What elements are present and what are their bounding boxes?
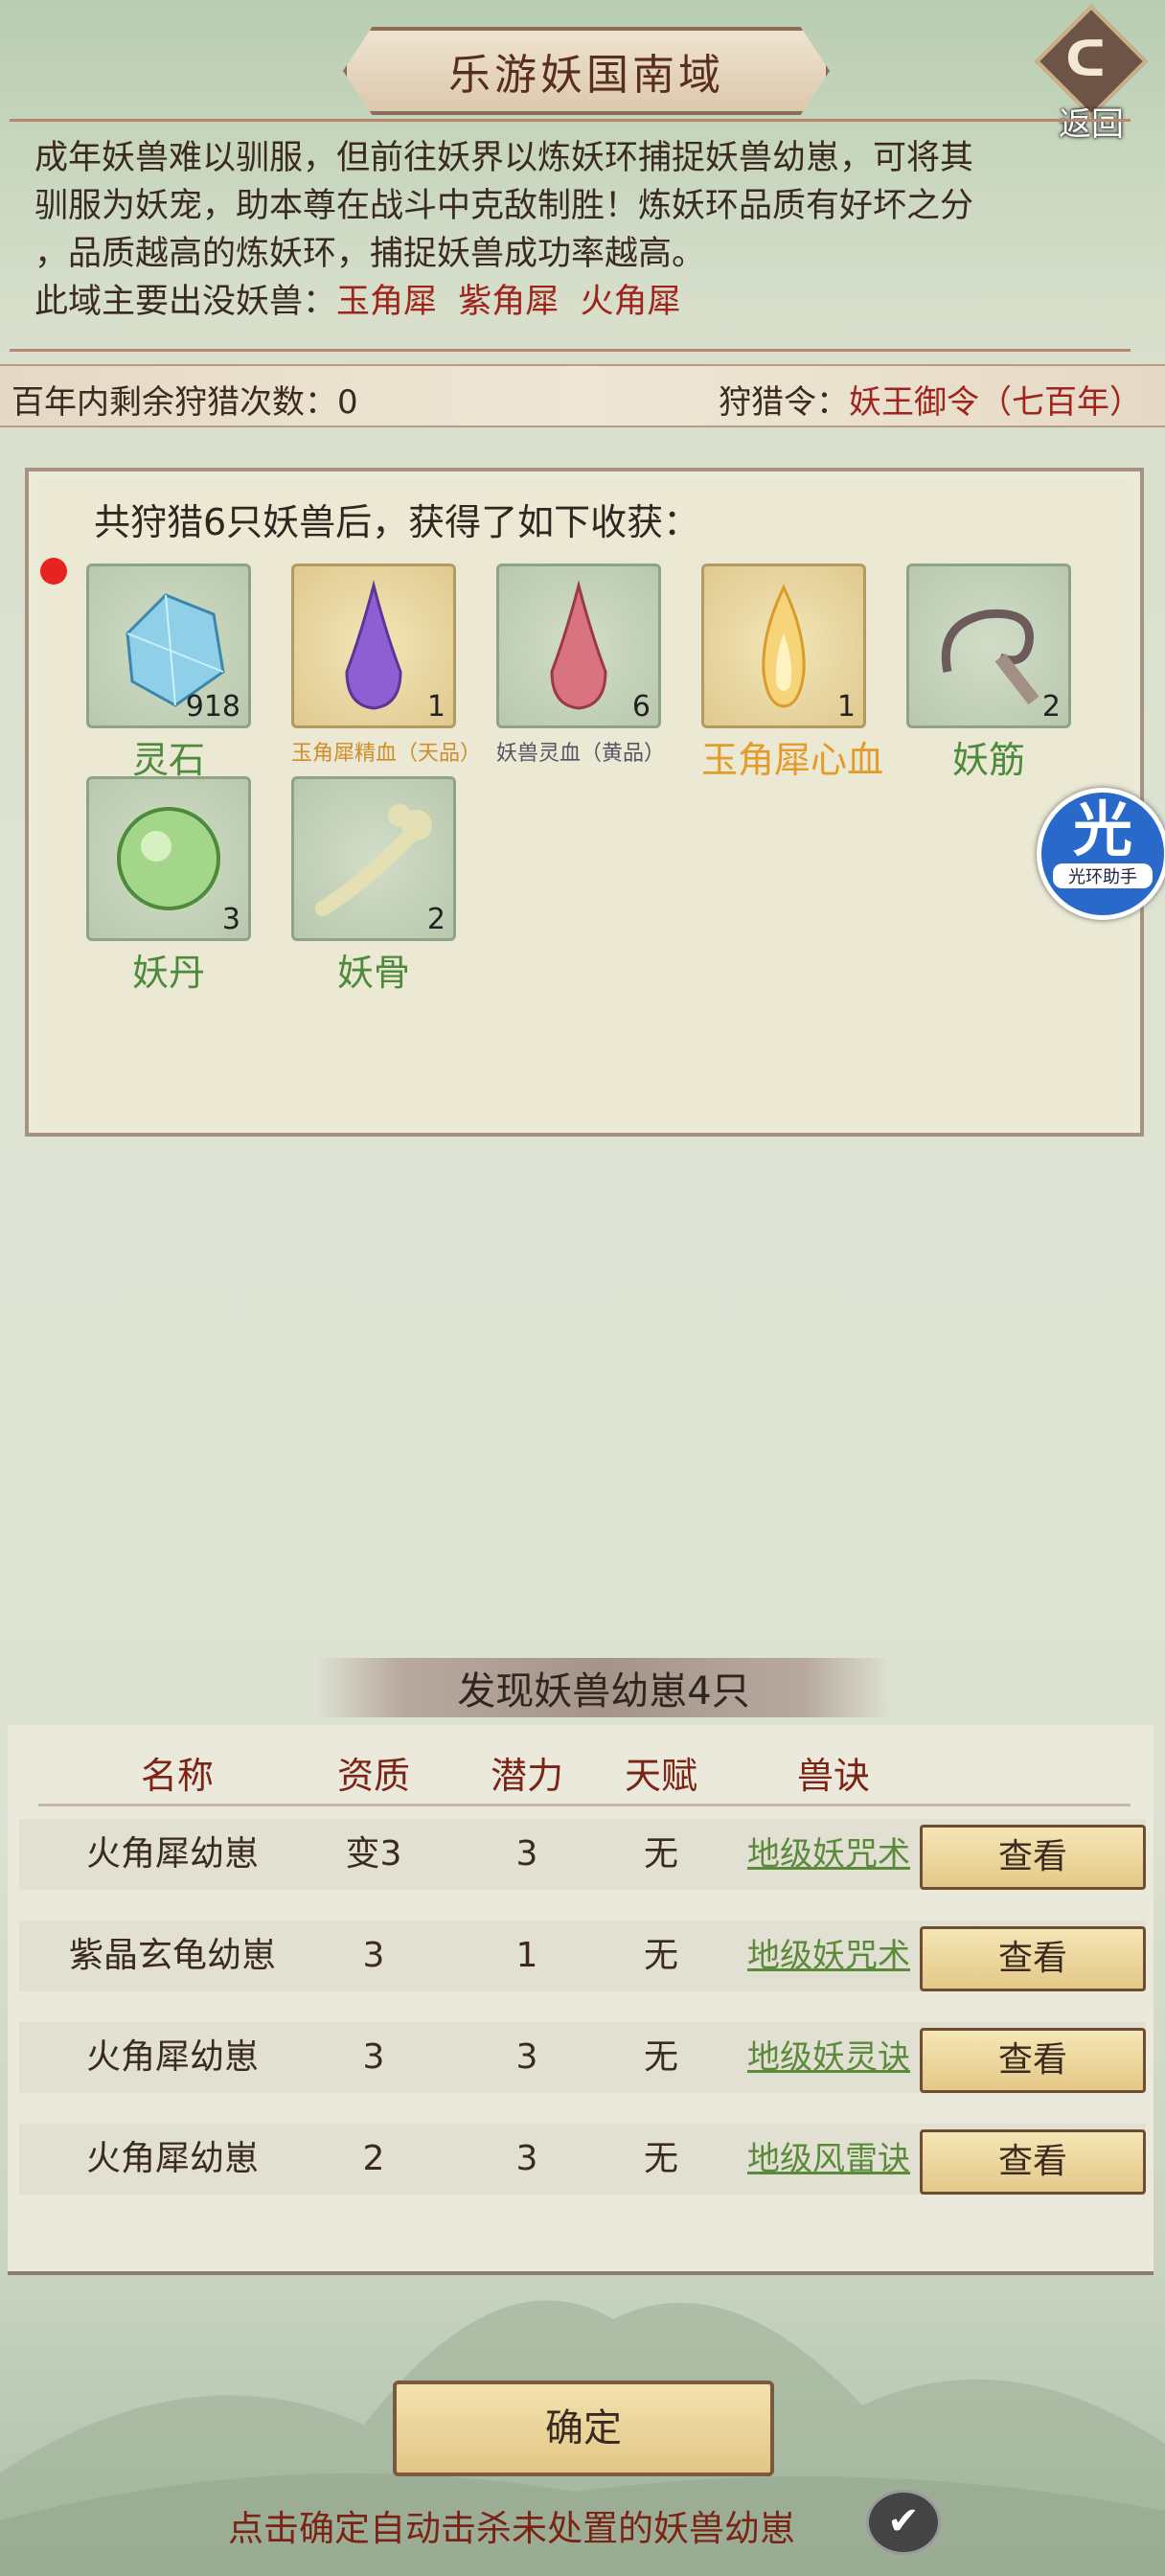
view-button[interactable]: 查看 — [920, 2028, 1146, 2093]
cub-skill-link[interactable]: 地级妖灵诀 — [738, 2022, 920, 2093]
view-button[interactable]: 查看 — [920, 1825, 1146, 1890]
description-line: 此域主要出没妖兽：玉角犀 紫角犀 火角犀 — [34, 278, 1117, 326]
cub-name: 火角犀幼崽 — [85, 2139, 259, 2178]
order-value: 妖王御令（七百年） — [849, 383, 1142, 422]
cub-potential: 1 — [515, 1936, 538, 1975]
header-potential: 潜力 — [490, 1755, 563, 1797]
cub-skill-link[interactable]: 地级妖咒术 — [738, 1920, 920, 1991]
harvest-item[interactable]: 6 妖兽灵血（黄品） — [496, 564, 666, 767]
beasts-label: 此域主要出没妖兽： — [34, 283, 337, 321]
item-slot: 6 — [496, 564, 661, 728]
cub-skill-link[interactable]: 地级风雷诀 — [738, 2124, 920, 2195]
remaining-hunts: 百年内剩余狩猎次数：0 — [11, 376, 358, 423]
description-line: 成年妖兽难以驯服，但前往妖界以炼妖环捕捉妖兽幼崽，可将其 — [34, 139, 974, 177]
divider-mid — [10, 349, 1131, 352]
item-name: 妖骨 — [336, 952, 410, 994]
item-slot: 3 — [86, 776, 251, 941]
item-count: 918 — [185, 690, 240, 724]
cub-aptitude: 3 — [362, 1936, 385, 1975]
item-count: 1 — [426, 690, 445, 724]
item-count: 1 — [836, 690, 856, 724]
item-name: 妖丹 — [131, 952, 205, 994]
item-name: 灵石 — [131, 739, 205, 781]
cub-aptitude: 2 — [362, 2139, 385, 2178]
divider-top — [10, 119, 1131, 122]
header-aptitude: 资质 — [336, 1755, 410, 1797]
item-slot: 2 — [291, 776, 456, 941]
item-name: 玉角犀心血 — [701, 739, 884, 781]
auto-kill-checkbox[interactable]: ✔ — [866, 2490, 941, 2555]
header-skill: 兽诀 — [796, 1755, 870, 1797]
harvest-item[interactable]: 2 妖筋 — [906, 564, 1071, 783]
header-talent: 天赋 — [624, 1755, 697, 1797]
halo-glyph: 光 — [1072, 794, 1132, 864]
table-header-divider — [38, 1804, 1131, 1806]
cub-aptitude: 3 — [362, 2037, 385, 2077]
back-arrow-icon: ᑕ — [1065, 31, 1107, 88]
item-name: 妖筋 — [951, 739, 1025, 781]
harvest-item[interactable]: 2 妖骨 — [291, 776, 456, 996]
item-count: 2 — [1041, 690, 1061, 724]
cub-potential: 3 — [515, 1834, 538, 1874]
order-label: 狩猎令： — [719, 383, 849, 422]
cub-name: 火角犀幼崽 — [85, 1834, 259, 1874]
harvest-item[interactable]: 3 妖丹 — [86, 776, 251, 996]
cub-talent: 无 — [643, 2037, 678, 2077]
beasts-list: 玉角犀 紫角犀 火角犀 — [336, 283, 681, 321]
cub-potential: 3 — [515, 2139, 538, 2178]
cub-skill-link[interactable]: 地级妖咒术 — [738, 1819, 920, 1890]
auto-kill-hint: 点击确定自动击杀未处置的妖兽幼崽 — [228, 2508, 795, 2549]
back-button[interactable]: ᑕ 返回 — [1034, 4, 1149, 144]
cub-talent: 无 — [643, 2139, 678, 2178]
harvest-item[interactable]: 918 灵石 — [86, 564, 251, 783]
cub-name: 紫晶玄龟幼崽 — [68, 1936, 276, 1975]
confirm-button[interactable]: 确定 — [393, 2380, 774, 2476]
description: 成年妖兽难以驯服，但前往妖界以炼妖环捕捉妖兽幼崽，可将其 驯服为妖宠，助本尊在战… — [34, 134, 1117, 326]
item-count: 2 — [426, 903, 445, 936]
item-slot: 1 — [291, 564, 456, 728]
harvest-item[interactable]: 1 玉角犀心血 — [701, 564, 884, 783]
notification-dot — [40, 558, 67, 585]
view-button[interactable]: 查看 — [920, 2129, 1146, 2195]
remaining-value: 0 — [337, 383, 358, 422]
cub-aptitude: 变3 — [345, 1834, 402, 1874]
item-count: 3 — [221, 903, 240, 936]
cub-name: 火角犀幼崽 — [85, 2037, 259, 2077]
header-name: 名称 — [140, 1755, 214, 1797]
found-cubs-title: 发现妖兽幼崽4只 — [316, 1658, 891, 1717]
cub-talent: 无 — [643, 1936, 678, 1975]
halo-label: 光环助手 — [1053, 863, 1153, 888]
view-button[interactable]: 查看 — [920, 1926, 1146, 1991]
item-count: 6 — [631, 690, 651, 724]
cub-potential: 3 — [515, 2037, 538, 2077]
harvest-title: 共狩猎6只妖兽后，获得了如下收获： — [94, 501, 700, 543]
harvest-item[interactable]: 1 玉角犀精血（天品） — [291, 564, 482, 767]
hunt-info-bar: 百年内剩余狩猎次数：0 狩猎令：妖王御令（七百年） — [0, 364, 1165, 427]
item-slot: 2 — [906, 564, 1071, 728]
item-name: 妖兽灵血（黄品） — [496, 742, 666, 766]
page-title: 乐游妖国南域 — [343, 27, 830, 115]
item-name: 玉角犀精血（天品） — [291, 742, 482, 766]
description-line: 驯服为妖宠，助本尊在战斗中克敌制胜！炼妖环品质有好坏之分 — [34, 187, 974, 225]
item-slot: 1 — [701, 564, 866, 728]
item-slot: 918 — [86, 564, 251, 728]
description-line: ，品质越高的炼妖环，捕捉妖兽成功率越高。 — [34, 235, 706, 273]
cub-talent: 无 — [643, 1834, 678, 1874]
halo-assistant-button[interactable]: 光 光环助手 — [1037, 788, 1165, 920]
remaining-label: 百年内剩余狩猎次数： — [11, 383, 337, 422]
hunt-order: 狩猎令：妖王御令（七百年） — [719, 376, 1142, 423]
